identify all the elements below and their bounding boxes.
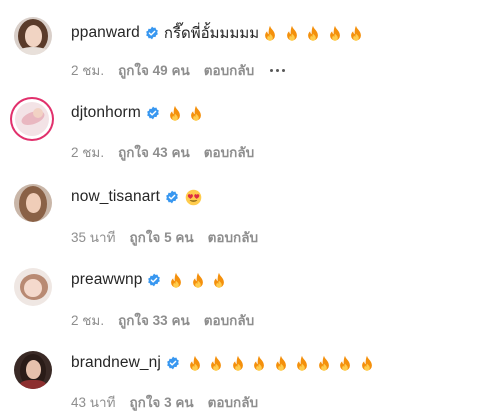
reply-button[interactable]: ตอบกลับ (204, 59, 254, 81)
comment-username[interactable]: ppanward (71, 24, 140, 42)
avatar[interactable] (14, 268, 52, 306)
more-options-icon[interactable] (270, 68, 286, 72)
comment-likes[interactable]: ถูกใจ 3 คน (129, 391, 193, 413)
reply-button[interactable]: ตอบกลับ (204, 141, 254, 163)
fire-emoji-icon (193, 272, 203, 288)
comment-username[interactable]: brandnew_nj (71, 354, 161, 372)
fire-emoji-icon (232, 355, 243, 371)
emoji-group (188, 355, 382, 372)
avatar-clothing (20, 380, 46, 389)
fire-emoji-icon (318, 355, 329, 371)
avatar-shoulders (16, 47, 50, 55)
avatar[interactable] (14, 351, 52, 389)
reply-button[interactable]: ตอบกลับ (204, 309, 254, 331)
fire-emoji-icon (214, 272, 225, 288)
avatar-photo (15, 102, 49, 136)
comment-likes[interactable]: ถูกใจ 49 คน (118, 59, 190, 81)
fire-emoji-icon (361, 355, 372, 371)
comment-item: preawwnp 2 ชม. ถูกใจ 33 คน ตอบกลับ (0, 250, 492, 330)
comment-timestamp: 35 นาที (71, 230, 116, 245)
fire-emoji-icon (211, 355, 222, 371)
avatar[interactable] (14, 17, 52, 55)
comment-username[interactable]: djtonhorm (71, 104, 141, 122)
fire-emoji-icon (329, 25, 340, 41)
comment-timestamp: 2 ชม. (71, 145, 105, 160)
comment-text: กรี๊ดพี่อั้มมมมม (163, 25, 260, 42)
fire-emoji-icon (308, 25, 319, 41)
fire-emoji-icon (254, 355, 265, 371)
fire-emoji-icon (169, 105, 180, 121)
fire-emoji-icon (171, 272, 182, 288)
avatar[interactable] (12, 99, 52, 139)
fire-emoji-icon (340, 355, 351, 371)
emoji-group (168, 105, 211, 122)
reply-button[interactable]: ตอบกลับ (208, 391, 258, 413)
avatar-face (26, 193, 41, 213)
heart-eyes-emoji-icon (185, 189, 202, 205)
verified-badge-icon (166, 190, 178, 204)
emoji-group (263, 25, 371, 42)
verified-badge-icon (148, 273, 161, 287)
fire-emoji-icon (297, 355, 308, 371)
fire-emoji-icon (189, 355, 200, 371)
comment-timestamp: 2 ชม. (71, 63, 105, 78)
avatar-face (26, 360, 41, 379)
fire-emoji-icon (275, 355, 286, 371)
comment-item: now_tisanart 35 นาที ถูกใจ 5 คน ตอบกลับ (0, 167, 492, 247)
comment-item: ppanward กรี๊ดพี่อั้มมมมม 2 ชม. ถูกใจ 49… (0, 0, 492, 80)
avatar[interactable] (14, 184, 52, 222)
reply-button[interactable]: ตอบกลับ (208, 226, 258, 248)
fire-emoji-icon (265, 25, 276, 41)
fire-emoji-icon (286, 25, 297, 41)
comment-username[interactable]: now_tisanart (71, 188, 160, 206)
avatar-face (33, 108, 43, 118)
comment-username[interactable]: preawwnp (71, 271, 142, 289)
avatar-face (24, 279, 42, 297)
verified-badge-icon (146, 26, 158, 40)
emoji-group (184, 189, 202, 206)
verified-badge-icon (146, 106, 159, 120)
comment-item: djtonhorm 2 ชม. ถูกใจ 43 คน ตอบกลับ (0, 83, 492, 163)
emoji-group (169, 272, 234, 289)
avatar-face (25, 25, 42, 47)
comment-timestamp: 2 ชม. (71, 313, 105, 328)
comment-timestamp: 43 นาที (71, 395, 116, 410)
comment-likes[interactable]: ถูกใจ 43 คน (118, 141, 190, 163)
comment-likes[interactable]: ถูกใจ 33 คน (118, 309, 190, 331)
comment-item: brandnew_nj 43 นาที ถูกใจ 3 คน ตอบกลับ (0, 333, 492, 413)
fire-emoji-icon (191, 105, 202, 121)
fire-emoji-icon (351, 25, 362, 41)
comment-likes[interactable]: ถูกใจ 5 คน (129, 226, 193, 248)
verified-badge-icon (167, 356, 179, 370)
